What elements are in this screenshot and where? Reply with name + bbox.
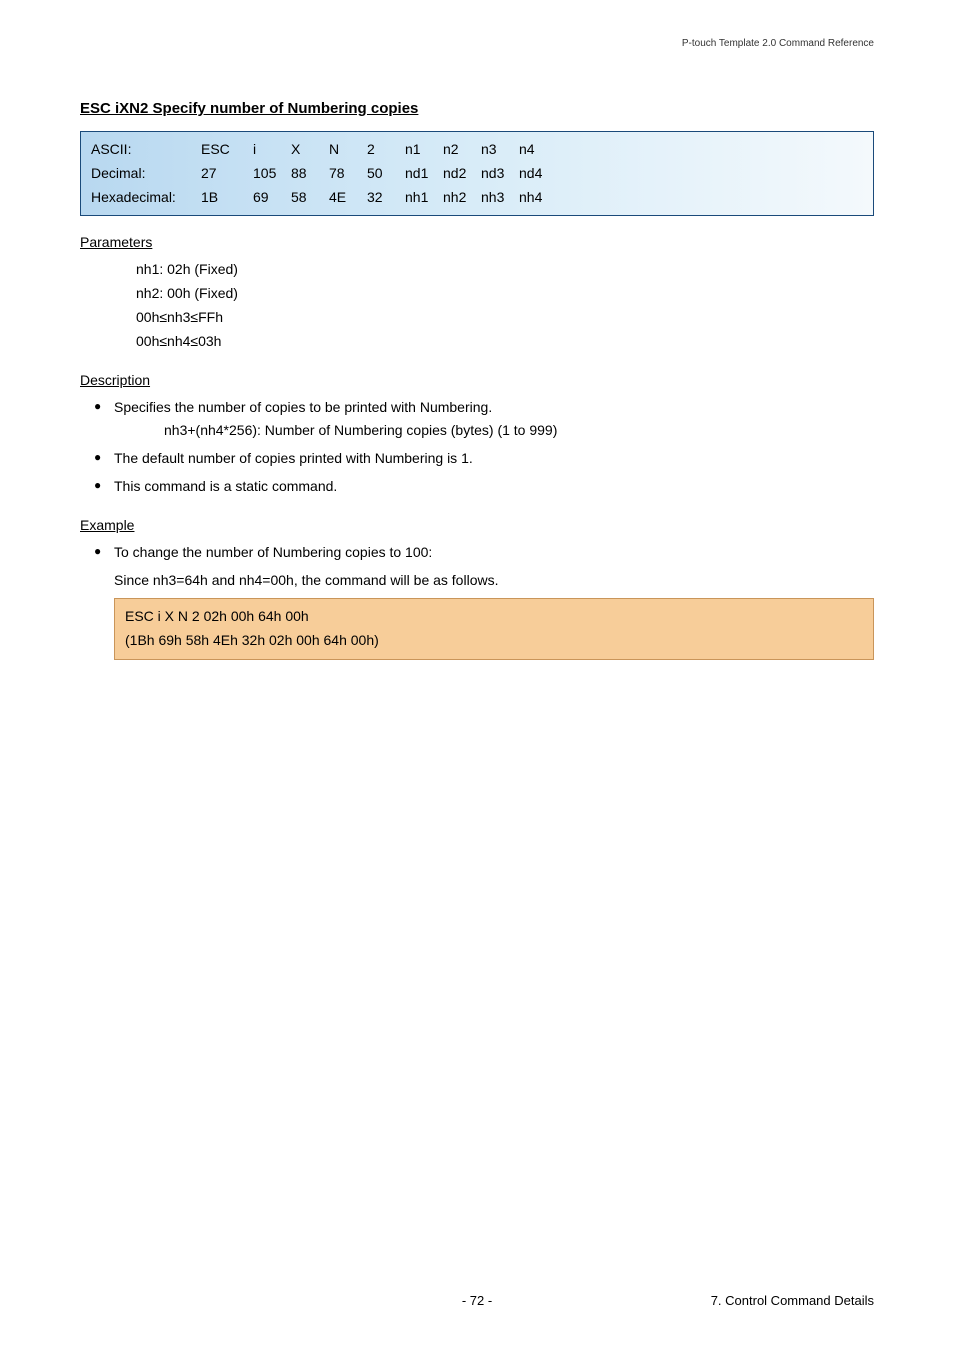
cell: N	[329, 138, 367, 162]
cell: nh1	[405, 186, 443, 210]
cell: 27	[201, 162, 253, 186]
cell: 4E	[329, 186, 367, 210]
parameters-block: nh1: 02h (Fixed) nh2: 00h (Fixed) 00h≤nh…	[80, 258, 874, 353]
cell: nh3	[481, 186, 519, 210]
cell: 1B	[201, 186, 253, 210]
footer-section-label: 7. Control Command Details	[711, 1293, 874, 1308]
page-footer: - 72 - 7. Control Command Details	[0, 1293, 954, 1308]
cell: n1	[405, 138, 443, 162]
row-label: ASCII:	[91, 138, 201, 162]
cell: 32	[367, 186, 405, 210]
row-label: Hexadecimal:	[91, 186, 201, 210]
param-line: nh1: 02h (Fixed)	[136, 258, 874, 282]
param-line: 00h≤nh4≤03h	[136, 330, 874, 354]
cell: n4	[519, 138, 557, 162]
cell: 88	[291, 162, 329, 186]
command-code-table: ASCII: ESC i X N 2 n1 n2 n3 n4 Decimal: …	[80, 131, 874, 216]
code-row-hex: Hexadecimal: 1B 69 58 4E 32 nh1 nh2 nh3 …	[91, 186, 557, 210]
section-title: ESC iXN2 Specify number of Numbering cop…	[80, 100, 874, 117]
example-bullet: To change the number of Numbering copies…	[94, 541, 874, 565]
example-list: To change the number of Numbering copies…	[80, 541, 874, 565]
doc-header-title: P-touch Template 2.0 Command Reference	[682, 38, 874, 49]
parameters-heading: Parameters	[80, 234, 874, 250]
example-code-line: (1Bh 69h 58h 4Eh 32h 02h 00h 64h 00h)	[125, 629, 863, 653]
param-line: nh2: 00h (Fixed)	[136, 282, 874, 306]
example-code-box: ESC i X N 2 02h 00h 64h 00h (1Bh 69h 58h…	[114, 598, 874, 660]
cell: 69	[253, 186, 291, 210]
cell: n3	[481, 138, 519, 162]
cell: 58	[291, 186, 329, 210]
cell: nd3	[481, 162, 519, 186]
cell: nd2	[443, 162, 481, 186]
cell: nd4	[519, 162, 557, 186]
cell: nh4	[519, 186, 557, 210]
cell: ESC	[201, 138, 253, 162]
param-line: 00h≤nh3≤FFh	[136, 306, 874, 330]
example-code-line: ESC i X N 2 02h 00h 64h 00h	[125, 605, 863, 629]
page-content: ESC iXN2 Specify number of Numbering cop…	[0, 0, 954, 660]
cell: X	[291, 138, 329, 162]
example-heading: Example	[80, 517, 874, 533]
cell: 2	[367, 138, 405, 162]
desc-text: Specifies the number of copies to be pri…	[114, 399, 492, 415]
description-heading: Description	[80, 372, 874, 388]
desc-subline: nh3+(nh4*256): Number of Numbering copie…	[114, 419, 874, 443]
desc-bullet: The default number of copies printed wit…	[94, 447, 874, 471]
code-row-decimal: Decimal: 27 105 88 78 50 nd1 nd2 nd3 nd4	[91, 162, 557, 186]
desc-bullet: This command is a static command.	[94, 475, 874, 499]
cell: 105	[253, 162, 291, 186]
cell: nh2	[443, 186, 481, 210]
cell: 50	[367, 162, 405, 186]
desc-bullet: Specifies the number of copies to be pri…	[94, 396, 874, 444]
row-label: Decimal:	[91, 162, 201, 186]
cell: 78	[329, 162, 367, 186]
cell: i	[253, 138, 291, 162]
cell: nd1	[405, 162, 443, 186]
description-list: Specifies the number of copies to be pri…	[80, 396, 874, 499]
cell: n2	[443, 138, 481, 162]
example-continuation: Since nh3=64h and nh4=00h, the command w…	[80, 569, 874, 593]
code-row-ascii: ASCII: ESC i X N 2 n1 n2 n3 n4	[91, 138, 557, 162]
